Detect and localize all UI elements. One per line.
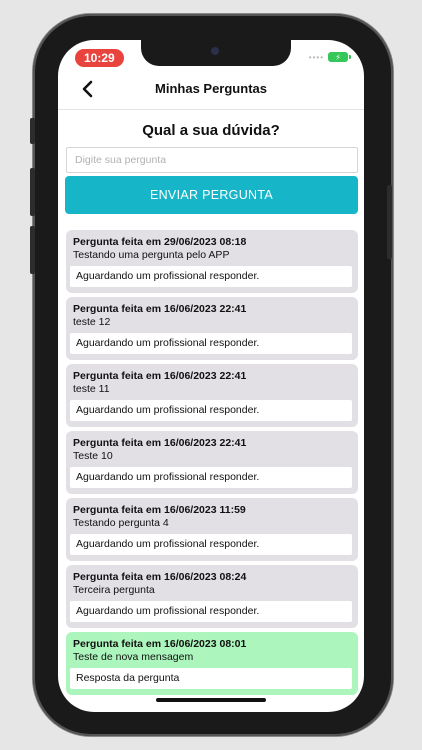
question-reply: Aguardando um profissional responder. [70,467,352,488]
question-text: teste 12 [73,316,111,328]
camera-icon [211,47,219,55]
question-heading: Qual a sua dúvida? [142,122,280,139]
question-date: Pergunta feita em 29/06/2023 08:18 [73,236,247,248]
page-title: Minhas Perguntas [155,81,267,96]
send-question-button[interactable]: ENVIAR PERGUNTA [65,176,358,214]
back-button[interactable] [76,78,98,100]
question-text: Testando uma pergunta pelo APP [73,249,230,261]
power-button [387,185,392,259]
question-text: Teste 10 [73,450,113,462]
question-date: Pergunta feita em 16/06/2023 22:41 [73,437,247,449]
question-text: Teste de nova mensagem [73,651,194,663]
battery-charging-icon: ⚡ [328,52,351,62]
question-reply: Aguardando um profissional responder. [70,400,352,421]
question-date: Pergunta feita em 16/06/2023 08:01 [73,638,247,650]
question-date: Pergunta feita em 16/06/2023 08:24 [73,571,247,583]
home-indicator[interactable] [156,698,266,702]
nav-bar: Minhas Perguntas [58,68,364,110]
chevron-left-icon [82,80,93,98]
question-card[interactable]: Pergunta feita em 29/06/2023 08:18 Testa… [66,230,358,293]
question-card[interactable]: Pergunta feita em 16/06/2023 22:41 teste… [66,364,358,427]
question-card-answered[interactable]: Pergunta feita em 16/06/2023 08:01 Teste… [66,632,358,695]
question-date: Pergunta feita em 16/06/2023 11:59 [73,504,246,516]
question-reply: Aguardando um profissional responder. [70,534,352,555]
question-reply: Aguardando um profissional responder. [70,266,352,287]
status-time: 10:29 [75,49,124,67]
question-card[interactable]: Pergunta feita em 16/06/2023 22:41 teste… [66,297,358,360]
question-text: teste 11 [73,383,110,395]
question-card[interactable]: Pergunta feita em 16/06/2023 22:41 Teste… [66,431,358,494]
silent-switch [30,118,35,144]
question-reply: Aguardando um profissional responder. [70,601,352,622]
question-reply: Aguardando um profissional responder. [70,333,352,354]
status-indicators: •••• ⚡ [308,52,351,62]
question-card[interactable]: Pergunta feita em 16/06/2023 11:59 Testa… [66,498,358,561]
signal-dots-icon: •••• [308,52,324,62]
volume-down-button [30,226,35,274]
notch [141,40,291,66]
volume-up-button [30,168,35,216]
question-date: Pergunta feita em 16/06/2023 22:41 [73,370,247,382]
question-text: Testando pergunta 4 [73,517,169,529]
question-reply: Resposta da pergunta [70,668,352,689]
question-date: Pergunta feita em 16/06/2023 22:41 [73,303,247,315]
app-screen: 10:29 •••• ⚡ Minhas Perguntas Qual a sua… [58,40,364,712]
question-text: Terceira pergunta [73,584,155,596]
question-input[interactable] [66,147,358,173]
question-card[interactable]: Pergunta feita em 16/06/2023 08:24 Terce… [66,565,358,628]
